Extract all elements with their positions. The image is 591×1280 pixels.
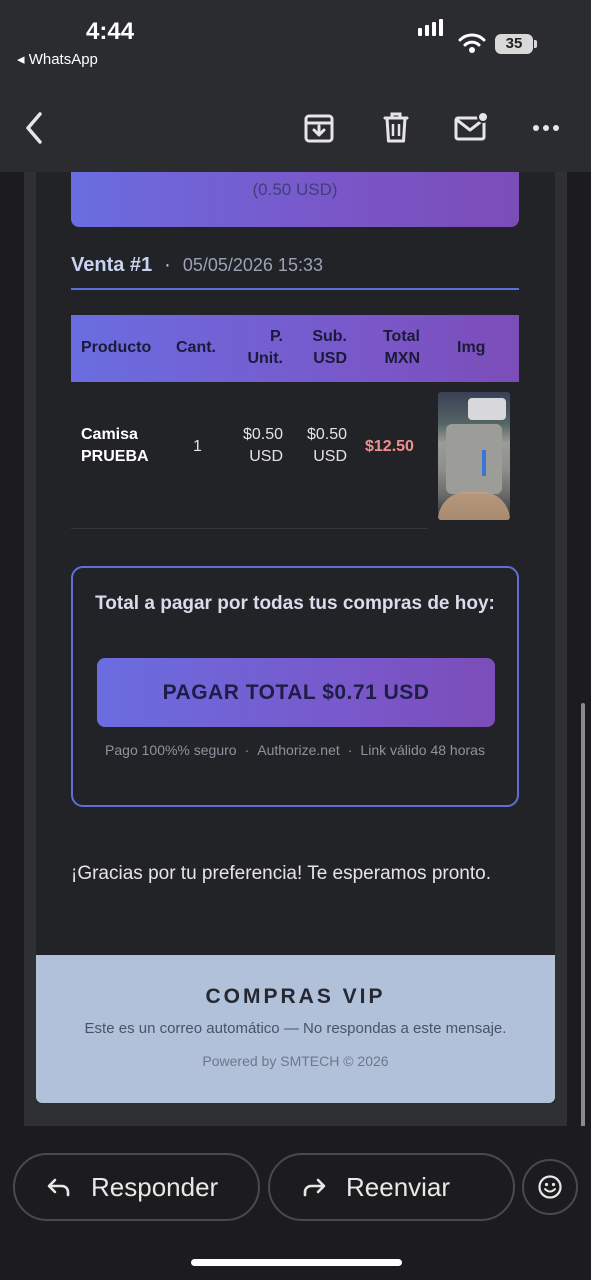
banner-usd-amount: (0.50 USD) xyxy=(252,180,338,199)
cell-product: Camisa PRUEBA xyxy=(81,426,149,465)
home-indicator[interactable] xyxy=(191,1259,402,1266)
bottom-action-bar: Responder Reenviar xyxy=(0,1126,591,1280)
footer-brand: COMPRAS VIP xyxy=(205,985,386,1008)
top-bar: 4:44 ◂ WhatsApp 35 xyxy=(0,0,591,172)
back-to-app-link[interactable]: ◂ WhatsApp xyxy=(17,50,98,68)
email-footer: COMPRAS VIP Este es un correo automático… xyxy=(36,955,555,1103)
sale-header: Venta #1 · 05/05/2026 15:33 xyxy=(71,254,519,290)
pay-total-button[interactable]: PAGAR TOTAL $0.71 USD xyxy=(97,658,495,727)
more-icon[interactable] xyxy=(527,108,567,148)
col-product: Producto xyxy=(81,339,152,356)
sale-separator: · xyxy=(164,254,171,276)
reply-label: Responder xyxy=(91,1171,219,1202)
payment-note: Pago 100%% seguro · Authorize.net · Link vál… xyxy=(105,742,485,758)
emoji-icon xyxy=(538,1175,562,1199)
table-header: Producto Cant. P. Unit. Sub. USD Total M… xyxy=(71,315,519,382)
secure-note: Pago 100%% seguro xyxy=(105,742,237,758)
back-app-label: WhatsApp xyxy=(28,51,98,68)
total-banner: (0.50 USD) xyxy=(71,172,519,227)
back-chevron-icon[interactable] xyxy=(20,108,50,148)
cell-unit-price: $0.50 USD xyxy=(242,426,283,465)
status-icons: 35 xyxy=(418,19,538,56)
processor-note: Authorize.net xyxy=(257,742,340,758)
trash-icon[interactable] xyxy=(376,108,416,148)
forward-icon xyxy=(303,1178,326,1197)
col-total-mxn: Total MXN xyxy=(382,328,420,367)
cell-qty: 1 xyxy=(193,438,202,455)
col-unit-price: P. Unit. xyxy=(247,328,283,367)
footer-note: Este es un correo automático — No respon… xyxy=(84,1020,507,1037)
scrollbar[interactable] xyxy=(581,703,585,1133)
email-viewport: (0.50 USD) Venta #1 · 05/05/2026 15:33 P… xyxy=(24,172,567,1126)
cell-total-mxn: $12.50 xyxy=(365,438,414,455)
col-subtotal-usd: Sub. USD xyxy=(312,328,347,367)
sale-datetime: 05/05/2026 15:33 xyxy=(182,255,323,275)
reply-icon xyxy=(47,1178,70,1197)
mark-unread-icon[interactable] xyxy=(451,108,491,148)
col-image: Img xyxy=(457,339,486,356)
payment-box: Total a pagar por todas tus compras de h… xyxy=(71,566,519,807)
link-validity-note: Link válido 48 horas xyxy=(360,742,485,758)
cell-subtotal: $0.50 USD xyxy=(306,426,347,465)
forward-button[interactable]: Reenviar xyxy=(268,1153,515,1221)
screen: (0.50 USD) Venta #1 · 05/05/2026 15:33 P… xyxy=(0,0,591,1280)
email-body: (0.50 USD) Venta #1 · 05/05/2026 15:33 P… xyxy=(36,172,555,1103)
thanks-message: ¡Gracias por tu preferencia! Te esperamo… xyxy=(71,863,491,884)
archive-icon[interactable] xyxy=(299,108,339,148)
col-qty: Cant. xyxy=(176,339,216,356)
payment-title: Total a pagar por todas tus compras de h… xyxy=(95,593,495,614)
status-time: 4:44 xyxy=(86,18,135,45)
reply-button[interactable]: Responder xyxy=(13,1153,260,1221)
forward-label: Reenviar xyxy=(346,1171,451,1202)
footer-powered: Powered by SMTECH © 2026 xyxy=(202,1053,389,1069)
wifi-icon xyxy=(458,33,486,53)
sale-title: Venta #1 xyxy=(71,254,153,276)
row-divider xyxy=(71,528,428,529)
battery-icon: 35 xyxy=(495,34,537,54)
emoji-reaction-button[interactable] xyxy=(522,1159,578,1215)
product-thumbnail[interactable] xyxy=(438,392,510,520)
